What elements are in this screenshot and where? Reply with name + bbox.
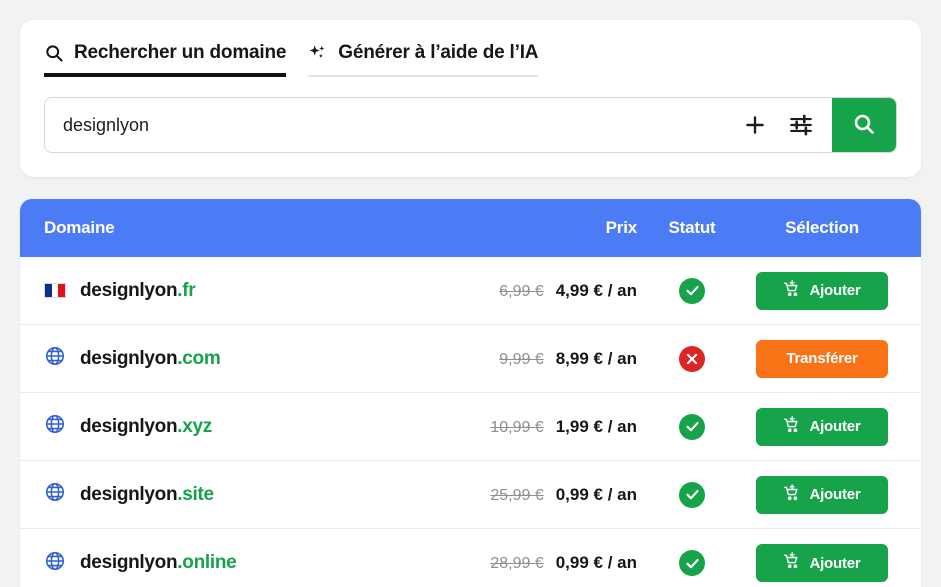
selection-cell: Ajouter xyxy=(747,544,897,582)
domain-sld: designlyon xyxy=(80,483,178,505)
status-cell xyxy=(637,550,747,576)
domain-sld: designlyon xyxy=(80,415,178,437)
domain-tld: .online xyxy=(177,552,237,573)
domain-name: designlyon.xyz xyxy=(80,416,212,438)
column-header-price: Prix xyxy=(605,218,638,237)
price-cell: 6,99 € 4,99 € / an xyxy=(437,281,637,301)
old-price: 25,99 € xyxy=(490,486,544,504)
domain-name: designlyon.com xyxy=(80,347,221,370)
search-icon xyxy=(852,112,876,139)
current-price: 4,99 € / an xyxy=(555,280,637,300)
table-body: designlyon.fr 6,99 €4,99 € / an Ajouter des… xyxy=(20,257,921,587)
cart-plus-icon xyxy=(783,552,801,574)
selection-cell: Ajouter xyxy=(747,407,897,446)
table-row: designlyon.fr 6,99 € 4,99 € / an Ajouter xyxy=(20,257,921,325)
plus-icon[interactable] xyxy=(742,112,768,138)
domain-tld: .site xyxy=(177,483,214,505)
tab-generate-ai[interactable]: Générer à l’aide de l’IA xyxy=(308,42,539,77)
check-circle-icon xyxy=(679,550,705,576)
cart-plus-icon xyxy=(783,483,801,506)
domain-search-bar xyxy=(44,97,897,153)
transfer-button[interactable]: Transférer xyxy=(756,339,888,378)
tab-search-domain-label: Rechercher un domaine xyxy=(74,42,287,63)
price-cell: 28,99 € 0,99 € / an xyxy=(437,553,637,573)
status-cell xyxy=(637,413,747,440)
x-circle-icon xyxy=(679,345,705,372)
tab-generate-ai-label: Générer à l’aide de l’IA xyxy=(338,42,539,63)
domain-cell: designlyon.site xyxy=(44,481,437,508)
action-button-label: Ajouter xyxy=(809,418,861,435)
status-cell xyxy=(637,345,747,372)
current-price: 8,99 € / an xyxy=(555,348,637,368)
french-flag-icon xyxy=(44,283,66,298)
add-to-cart-button[interactable]: Ajouter xyxy=(756,271,888,310)
globe-icon xyxy=(44,481,66,508)
domain-sld: designlyon xyxy=(80,347,178,369)
current-price: 1,99 € / an xyxy=(555,416,637,436)
check-circle-icon xyxy=(679,413,705,440)
selection-cell: Transférer xyxy=(747,339,897,378)
column-header-selection: Sélection xyxy=(785,218,859,237)
domain-name: designlyon.online xyxy=(80,552,237,574)
price-cell: 10,99 € 1,99 € / an xyxy=(437,417,637,437)
action-button-label: Ajouter xyxy=(809,282,861,299)
domain-sld: designlyon xyxy=(80,279,178,301)
add-to-cart-button[interactable]: Ajouter xyxy=(756,407,888,446)
domain-cell: designlyon.online xyxy=(44,550,437,577)
search-bar-actions xyxy=(742,98,832,152)
column-header-domain: Domaine xyxy=(44,218,115,237)
search-submit-button[interactable] xyxy=(832,98,896,152)
status-cell xyxy=(637,277,747,304)
search-icon xyxy=(44,43,64,63)
old-price: 28,99 € xyxy=(490,555,544,572)
globe-icon xyxy=(44,413,66,440)
column-header-status: Statut xyxy=(668,218,716,237)
domain-name: designlyon.fr xyxy=(80,279,196,302)
table-header-row: Domaine Prix Statut Sélection xyxy=(20,199,921,257)
action-button-label: Transférer xyxy=(786,350,858,367)
globe-icon xyxy=(44,345,66,372)
domain-search-page: Rechercher un domaine Générer à l’aide d… xyxy=(0,0,941,587)
domain-results-table: Domaine Prix Statut Sélection designlyon… xyxy=(20,199,921,587)
add-to-cart-button[interactable]: Ajouter xyxy=(756,544,888,582)
price-cell: 9,99 € 8,99 € / an xyxy=(437,349,637,369)
action-button-label: Ajouter xyxy=(809,554,861,572)
table-row: designlyon.online 28,99 € 0,99 € / an Ajout… xyxy=(20,529,921,587)
old-price: 6,99 € xyxy=(499,282,544,300)
table-row: designlyon.com 9,99 € 8,99 € / an Transfére… xyxy=(20,325,921,393)
cart-plus-icon xyxy=(783,279,801,302)
old-price: 9,99 € xyxy=(499,350,544,368)
sliders-icon[interactable] xyxy=(788,112,814,138)
search-input[interactable] xyxy=(45,98,742,152)
domain-cell: designlyon.com xyxy=(44,345,437,372)
search-mode-tabs: Rechercher un domaine Générer à l’aide d… xyxy=(44,42,897,77)
action-button-label: Ajouter xyxy=(809,486,861,503)
selection-cell: Ajouter xyxy=(747,271,897,310)
cart-plus-icon xyxy=(783,415,801,438)
tab-search-domain[interactable]: Rechercher un domaine xyxy=(44,42,286,77)
sparkles-icon xyxy=(308,43,328,63)
domain-name: designlyon.site xyxy=(80,484,214,506)
domain-cell: designlyon.xyz xyxy=(44,413,437,440)
add-to-cart-button[interactable]: Ajouter xyxy=(756,475,888,514)
check-circle-icon xyxy=(679,481,705,508)
price-cell: 25,99 € 0,99 € / an xyxy=(437,485,637,505)
selection-cell: Ajouter xyxy=(747,475,897,514)
globe-icon xyxy=(44,550,66,577)
check-circle-icon xyxy=(679,277,705,304)
old-price: 10,99 € xyxy=(490,418,544,436)
current-price: 0,99 € / an xyxy=(555,484,637,504)
current-price: 0,99 € / an xyxy=(555,553,637,572)
domain-tld: .com xyxy=(177,347,221,369)
domain-cell: designlyon.fr xyxy=(44,280,437,302)
status-cell xyxy=(637,481,747,508)
search-card: Rechercher un domaine Générer à l’aide d… xyxy=(20,20,921,177)
domain-sld: designlyon xyxy=(80,552,178,573)
table-row: designlyon.xyz 10,99 € 1,99 € / an Ajouter xyxy=(20,393,921,461)
domain-tld: .fr xyxy=(177,279,196,301)
domain-tld: .xyz xyxy=(177,415,213,437)
table-row: designlyon.site 25,99 € 0,99 € / an Ajouter xyxy=(20,461,921,529)
